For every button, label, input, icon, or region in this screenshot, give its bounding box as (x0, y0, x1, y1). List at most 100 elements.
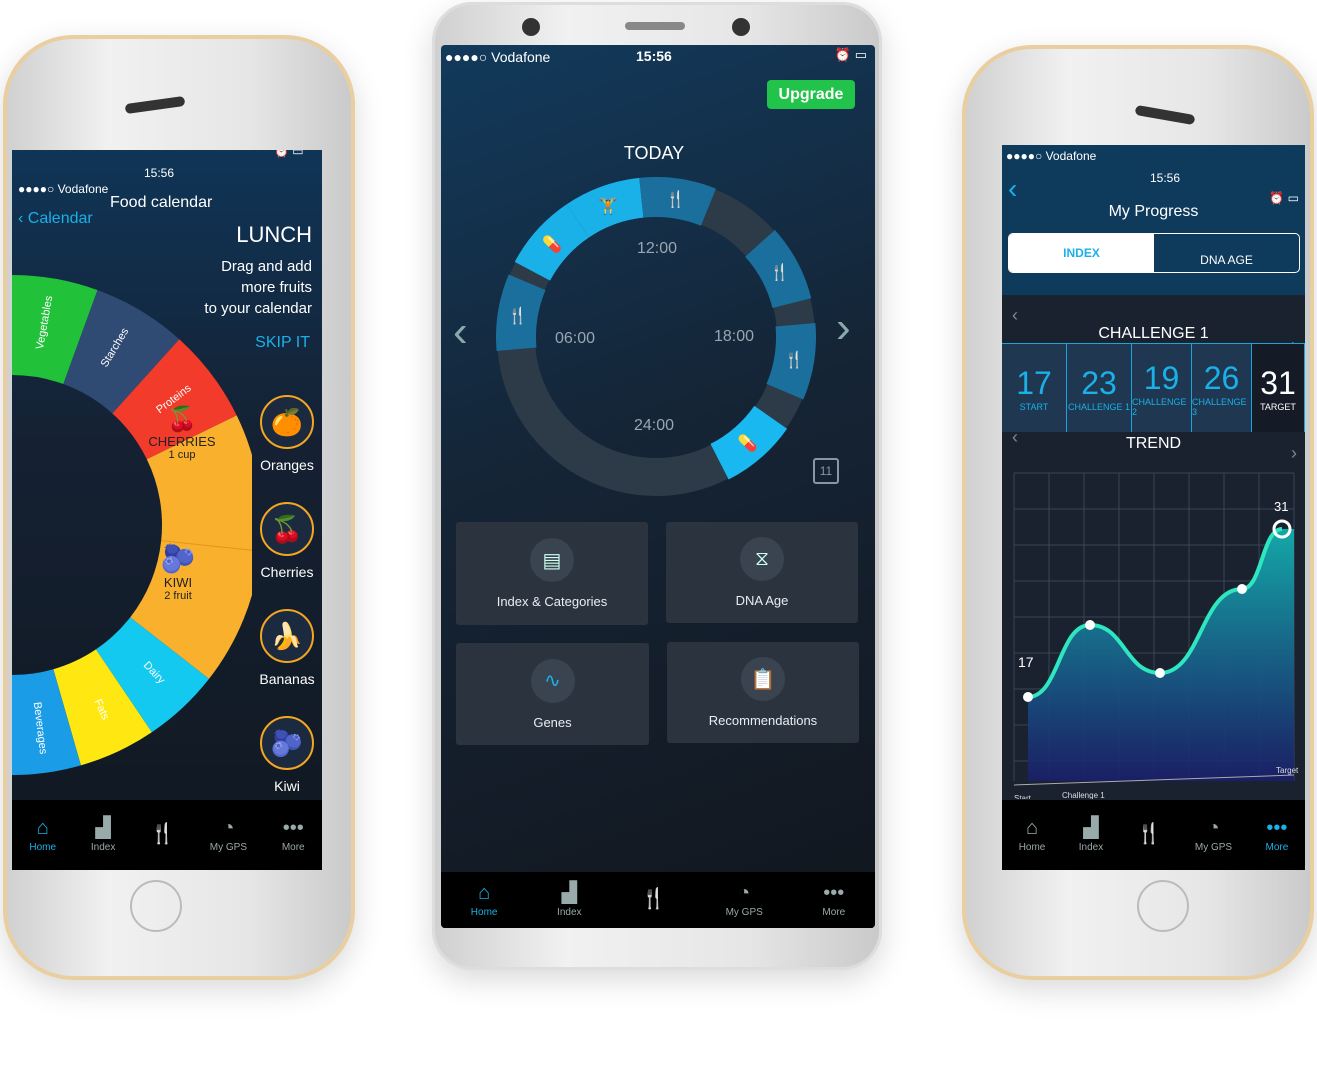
fruit-kiwi[interactable]: 🫐 (260, 716, 314, 770)
time-06: 06:00 (555, 330, 596, 347)
carrier: Vodafone (491, 49, 551, 65)
fruit-label: Oranges (260, 457, 314, 473)
day-ring[interactable]: 🍴 💊 🏋 🍴 🍴 🍴 💊 (496, 177, 816, 497)
pill-icon: 💊 (542, 234, 562, 253)
next-trend-button[interactable]: › (1291, 443, 1297, 464)
time-12: 12:00 (637, 240, 678, 257)
tab-index[interactable]: INDEX (1009, 234, 1154, 272)
calendar-icon[interactable]: 11 (813, 458, 839, 484)
back-button[interactable]: ‹ Calendar (18, 210, 93, 228)
front-sensor-icon (732, 18, 750, 36)
front-camera-icon (522, 18, 540, 36)
pie-icon: ◔ (1207, 817, 1220, 839)
stat-target: 31 TARGET (1252, 344, 1305, 432)
home-icon: ⌂ (36, 817, 49, 839)
back-button[interactable]: ‹ (1008, 173, 1017, 205)
skip-button[interactable]: SKIP IT (255, 334, 310, 352)
fork-knife-icon: 🍴 (150, 822, 176, 845)
pie-icon: ◔ (222, 817, 235, 839)
fruit-bananas[interactable]: 🍌 (260, 609, 314, 663)
nav-index[interactable]: ▟ Index (1079, 817, 1103, 853)
stat-challenge-2: 19 CHALLENGE 2 (1132, 344, 1192, 432)
data-point (1023, 692, 1033, 702)
nav-food[interactable]: 🍴 (150, 823, 175, 848)
stat-challenge-3: 26 CHALLENGE 3 (1192, 344, 1252, 432)
wheel-item-cherries[interactable]: 🍒 CHERRIES 1 cup (142, 405, 222, 461)
more-icon: ••• (282, 817, 304, 839)
nav-food[interactable]: 🍴 (1137, 823, 1162, 848)
clock: 15:56 (1150, 171, 1181, 185)
dumbbell-icon: 🏋 (598, 196, 618, 215)
home-icon: ⌂ (478, 882, 491, 904)
tile-recommendations[interactable]: 📋 Recommendations (667, 642, 859, 743)
fruit-label: Kiwi (274, 778, 300, 794)
cherries-icon: 🍒 (167, 406, 197, 433)
more-icon: ••• (1266, 817, 1288, 839)
center-screen: ●●●●○ Vodafone 15:56 ⏰ ▭ Upgrade TODAY 🍴… (441, 45, 875, 928)
nav-my-gps[interactable]: ◔ My GPS (726, 882, 763, 918)
center-speaker (625, 22, 685, 30)
prev-challenge-button[interactable]: ‹ (1012, 305, 1018, 326)
bar-chart-icon: ▟ (561, 882, 577, 904)
signal-icon: ●●●●○ (18, 182, 58, 196)
x-tick-label: Challenge 1 (1062, 791, 1105, 799)
fruit-oranges[interactable]: 🍊 (260, 395, 314, 449)
wheel-item-kiwi[interactable]: 🫐 KIWI 2 fruit (138, 542, 218, 602)
nav-more[interactable]: ••• More (1265, 817, 1288, 853)
clock: 15:56 (144, 166, 175, 180)
next-day-button[interactable]: › (836, 303, 851, 353)
chevron-left-icon: ‹ (18, 210, 28, 227)
data-point (1155, 668, 1165, 678)
tab-dna-age[interactable]: DNA AGE (1154, 234, 1299, 272)
page-title: My Progress (1108, 203, 1199, 220)
nav-index[interactable]: ▟ Index (557, 882, 581, 918)
nav-food[interactable]: 🍴 (641, 888, 666, 913)
nav-my-gps[interactable]: ◔ My GPS (1195, 817, 1232, 853)
fruit-label: Bananas (259, 671, 315, 687)
clock: 15:56 (636, 48, 672, 64)
fruit-cherries[interactable]: 🍒 (260, 502, 314, 556)
food-wheel[interactable]: Vegetables StarchesProteinsDairyFatsBever… (12, 250, 252, 800)
left-screen: ●●●●○ Vodafone 15:56 ⏰ ▭ ‹ Calendar Food… (12, 150, 322, 870)
battery-icon: ⏰ ▭ (274, 150, 304, 158)
nav-more[interactable]: ••• More (822, 882, 845, 918)
right-home-button[interactable] (1137, 880, 1189, 932)
fork-knife-icon: 🍴 (666, 189, 686, 208)
dna-icon: ⧖ (740, 537, 784, 581)
upgrade-button[interactable]: Upgrade (767, 80, 855, 109)
trend-chart: 17 31 Start Challenge 1 Target (1013, 472, 1299, 799)
bar-chart-icon: ▟ (1083, 817, 1099, 839)
nav-home[interactable]: ⌂ Home (29, 817, 56, 853)
nav-home[interactable]: ⌂ Home (1019, 817, 1046, 853)
wave-icon: ∿ (530, 658, 575, 703)
x-tick-label: Start (1014, 794, 1032, 799)
page-title: Food calendar (110, 194, 213, 211)
signal-icon: ●●●●○ (445, 49, 492, 65)
bottom-nav: ⌂ Home ▟ Index 🍴 ◔ My GPS ••• More (441, 872, 875, 928)
prev-day-button[interactable]: ‹ (453, 307, 468, 357)
stat-challenge-1: 23 CHALLENGE 1 (1067, 344, 1132, 432)
meal-title: LUNCH (236, 222, 312, 247)
battery-icon: ⏰ ▭ (834, 47, 867, 62)
point-label: 17 (1018, 654, 1034, 670)
nav-more[interactable]: ••• More (282, 817, 305, 853)
x-tick-label: Target (1276, 766, 1299, 775)
more-icon: ••• (823, 882, 845, 904)
kiwi-icon: 🫐 (160, 543, 196, 574)
clipboard-icon: 📋 (741, 657, 785, 701)
bottom-nav: ⌂ Home ▟ Index 🍴 ◔ My GPS ••• More (12, 800, 322, 870)
stat-start: 17 START (1002, 344, 1067, 432)
data-point (1085, 620, 1095, 630)
nav-index[interactable]: ▟ Index (91, 817, 115, 853)
left-home-button[interactable] (130, 880, 182, 932)
tile-dna-age[interactable]: ⧖ DNA Age (666, 522, 858, 623)
fork-knife-icon: 🍴 (508, 306, 528, 325)
fork-knife-icon: 🍴 (641, 887, 666, 910)
tile-genes[interactable]: ∿ Genes (456, 643, 649, 745)
pill-icon: 💊 (738, 434, 758, 453)
signal-icon: ●●●●○ (1006, 149, 1046, 163)
nav-home[interactable]: ⌂ Home (471, 882, 498, 918)
point-label: 31 (1274, 499, 1288, 514)
tile-index-categories[interactable]: ▤ Index & Categories (456, 522, 648, 625)
nav-my-gps[interactable]: ◔ My GPS (210, 817, 247, 853)
